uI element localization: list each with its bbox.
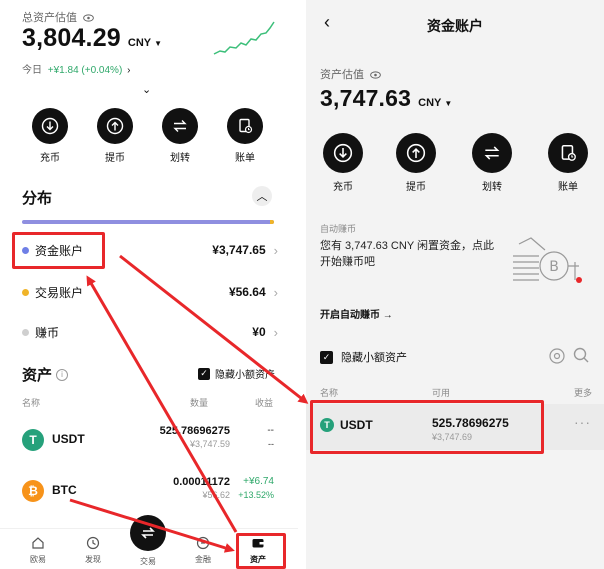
arrow-to-funding-account [86, 275, 238, 533]
annotation-arrows [69, 254, 309, 553]
arrow-to-assets-tab [69, 498, 235, 553]
